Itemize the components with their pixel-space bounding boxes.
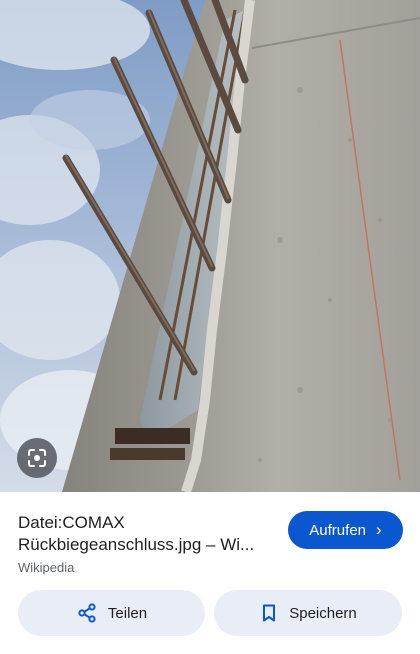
construction-photo bbox=[0, 0, 420, 492]
visit-button-label: Aufrufen bbox=[309, 521, 367, 539]
result-source: Wikipedia bbox=[18, 560, 75, 575]
save-button-label: Speichern bbox=[289, 604, 357, 622]
result-title[interactable]: Datei:COMAX Rückbiegeanschluss.jpg – Wi.… bbox=[18, 512, 280, 556]
result-title-line-1: Datei:COMAX bbox=[18, 513, 125, 532]
result-title-line-2: Rückbiegeanschluss.jpg – Wi... bbox=[18, 535, 255, 554]
share-button[interactable]: Teilen bbox=[18, 590, 205, 636]
share-button-label: Teilen bbox=[107, 604, 148, 622]
image-preview[interactable] bbox=[0, 0, 420, 492]
share-icon bbox=[76, 602, 98, 624]
bookmark-icon bbox=[259, 603, 279, 623]
lens-button[interactable] bbox=[17, 438, 57, 478]
chevron-right-icon: › bbox=[376, 519, 382, 539]
save-button[interactable]: Speichern bbox=[214, 590, 402, 636]
visit-button[interactable]: Aufrufen › bbox=[288, 511, 403, 549]
result-info-panel: Datei:COMAX Rückbiegeanschluss.jpg – Wi.… bbox=[0, 492, 420, 654]
lens-icon bbox=[26, 447, 48, 469]
